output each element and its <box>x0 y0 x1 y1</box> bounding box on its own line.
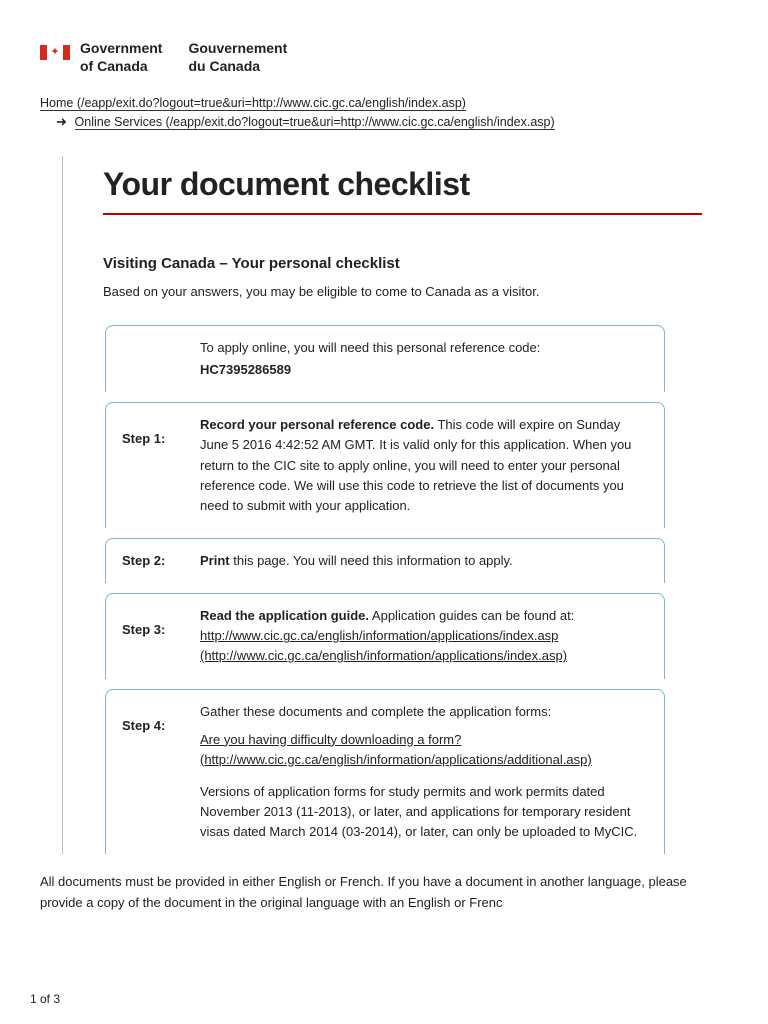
step-4-link[interactable]: Are you having difficulty downloading a … <box>200 732 592 767</box>
page-number: 1 of 3 <box>30 992 60 1006</box>
step-4-line3: Versions of application forms for study … <box>200 782 648 842</box>
footer-note: All documents must be provided in either… <box>40 872 700 912</box>
reference-code-box: To apply online, you will need this pers… <box>105 325 665 392</box>
gov-fr-line2: du Canada <box>188 58 287 76</box>
page-subtitle: Visiting Canada – Your personal checklis… <box>103 255 702 272</box>
step-3-body: Read the application guide. Application … <box>200 606 648 666</box>
gov-header: ✦ Government of Canada Gouvernement du C… <box>40 40 738 75</box>
refbox-label-blank <box>122 338 182 380</box>
step-3-bold: Read the application guide. <box>200 608 369 623</box>
step-2-label: Step 2: <box>122 551 182 571</box>
step-1-label: Step 1: <box>122 415 182 516</box>
intro-text: Based on your answers, you may be eligib… <box>103 284 702 299</box>
gov-en-line2: of Canada <box>80 58 162 76</box>
refbox-prompt: To apply online, you will need this pers… <box>200 338 648 358</box>
step-2-body: Print this page. You will need this info… <box>200 551 648 571</box>
breadcrumb-home[interactable]: Home (/eapp/exit.do?logout=true&uri=http… <box>40 96 466 111</box>
step-2-rest: this page. You will need this informatio… <box>230 553 513 568</box>
step-4-line1: Gather these documents and complete the … <box>200 702 648 722</box>
step-3-box: Step 3: Read the application guide. Appl… <box>105 593 665 678</box>
step-2-bold: Print <box>200 553 230 568</box>
reference-code: HC7395286589 <box>200 360 648 380</box>
page-title: Your document checklist <box>103 166 702 203</box>
gov-wordmark: Government of Canada Gouvernement du Can… <box>80 40 287 75</box>
step-3-rest: Application guides can be found at: <box>369 608 574 623</box>
canada-flag-icon: ✦ <box>40 45 70 60</box>
step-4-box: Step 4: Gather these documents and compl… <box>105 689 665 855</box>
step-3-link[interactable]: http://www.cic.gc.ca/english/information… <box>200 628 567 663</box>
step-4-body: Gather these documents and complete the … <box>200 702 648 843</box>
step-1-body: Record your personal reference code. Thi… <box>200 415 648 516</box>
title-divider <box>103 213 702 215</box>
step-3-label: Step 3: <box>122 606 182 666</box>
gov-en-line1: Government <box>80 40 162 58</box>
step-1-bold: Record your personal reference code. <box>200 417 434 432</box>
step-2-box: Step 2: Print this page. You will need t… <box>105 538 665 583</box>
main-content: Your document checklist Visiting Canada … <box>62 156 702 854</box>
breadcrumb-online-services[interactable]: Online Services (/eapp/exit.do?logout=tr… <box>75 115 555 130</box>
gov-fr-line1: Gouvernement <box>188 40 287 58</box>
breadcrumb-arrow-icon: ➜ <box>56 114 67 129</box>
step-1-box: Step 1: Record your personal reference c… <box>105 402 665 528</box>
step-4-label: Step 4: <box>122 702 182 843</box>
